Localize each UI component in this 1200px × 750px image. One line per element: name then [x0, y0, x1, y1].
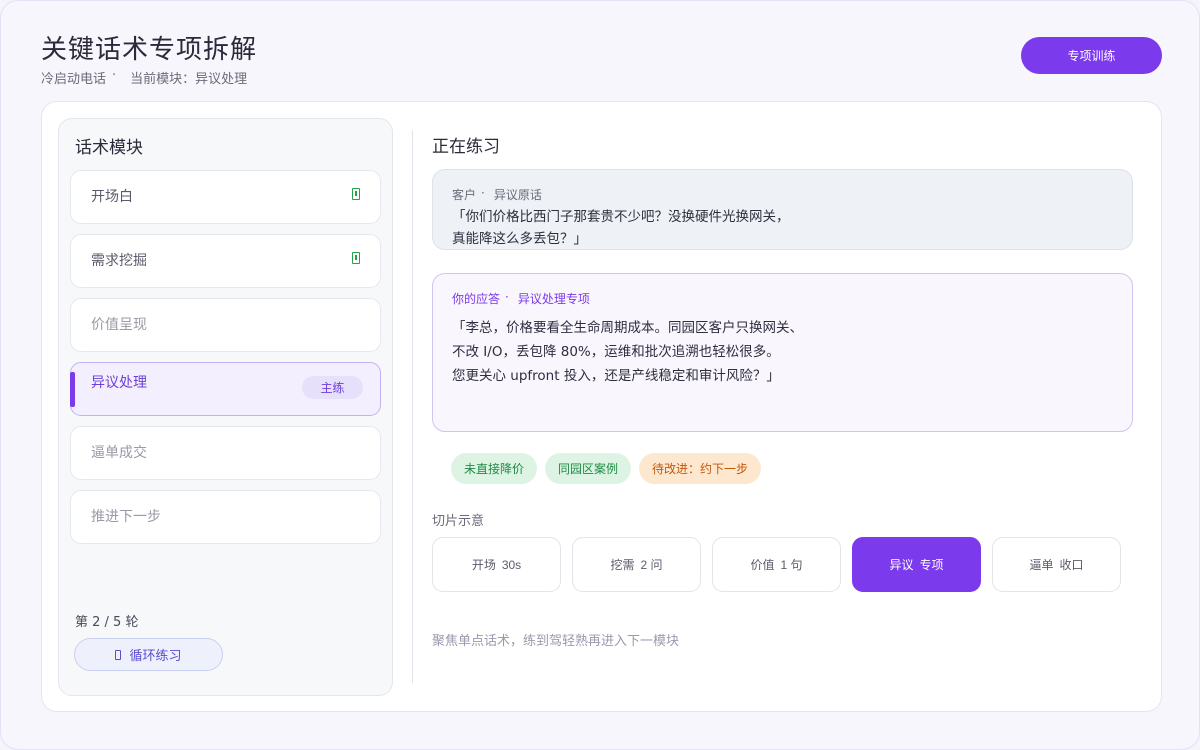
footer-hint: 聚焦单点话术，练到驾轻熟再进入下一模块	[432, 634, 680, 649]
slice-detail: 收口	[1059, 558, 1084, 572]
sidebar-item-objection[interactable]: 异议处理 主练	[70, 362, 381, 416]
answer-text: 「李总，价格要看全生命周期成本。同园区客户只换网关、 不改 I/O，丢包降 80…	[452, 316, 803, 388]
slice-opening[interactable]: 开场 30s	[432, 537, 561, 592]
practice-title: 正在练习	[432, 137, 500, 157]
main-card: 话术模块 开场白 需求挖掘 价值呈现 异议处理 主练 逼单成交 推进下一步 第 …	[41, 101, 1162, 712]
sidebar-title: 话术模块	[75, 138, 143, 158]
slice-closing[interactable]: 逼单 收口	[992, 537, 1121, 592]
slice-detail: 专项	[919, 558, 944, 572]
breadcrumb: 冷启动电话 · 当前模块：异议处理	[41, 68, 247, 87]
slice-objection[interactable]: 异议 专项	[852, 537, 981, 592]
slice-label: 价值	[750, 558, 775, 572]
app-window: 关键话术专项拆解 冷启动电话 · 当前模块：异议处理 专项训练 话术模块 开场白…	[0, 0, 1200, 750]
your-answer-box: 你的应答 · 异议处理专项 「李总，价格要看全生命周期成本。同园区客户只换网关、…	[432, 273, 1133, 432]
utterance-type-label: 异议原话	[493, 188, 542, 202]
slice-label: 异议	[889, 558, 914, 572]
slice-label: 挖需	[610, 558, 635, 572]
label-separator: ·	[481, 186, 485, 200]
phone-check-icon	[352, 188, 360, 200]
answer-label: 你的应答 · 异议处理专项	[452, 290, 590, 307]
customer-objection-box: 客户 · 异议原话 「你们价格比西门子那套贵不少吧？没换硬件光换网关， 真能降这…	[432, 169, 1133, 250]
sidebar-item-next-step[interactable]: 推进下一步	[70, 490, 381, 544]
answer-line: 您更关心 upfront 投入，还是产线稳定和审计风险？」	[452, 368, 780, 384]
active-indicator	[70, 372, 75, 407]
speaker-label: 你的应答	[452, 292, 501, 306]
slice-detail: 30s	[501, 557, 522, 572]
customer-label: 客户 · 异议原话	[452, 186, 542, 203]
sidebar-item-closing[interactable]: 逼单成交	[70, 426, 381, 480]
sidebar-item-opening[interactable]: 开场白	[70, 170, 381, 224]
slice-label: 逼单	[1029, 558, 1054, 572]
quote-line: 「你们价格比西门子那套贵不少吧？没换硬件光换网关，	[452, 209, 790, 225]
feedback-tag-improve: 待改进：约下一步	[639, 453, 761, 484]
quote-line: 真能降这么多丢包？」	[452, 231, 587, 247]
feedback-tag-no-discount: 未直接降价	[451, 453, 537, 484]
phone-icon	[115, 649, 122, 660]
slice-title: 切片示意	[432, 514, 485, 529]
phone-check-icon	[352, 252, 360, 264]
sidebar-item-label: 需求挖掘	[91, 253, 147, 269]
answer-line: 不改 I/O，丢包降 80%，运维和批次追溯也轻松很多。	[452, 344, 780, 360]
sidebar-item-discovery[interactable]: 需求挖掘	[70, 234, 381, 288]
round-counter: 第 2 / 5 轮	[75, 615, 139, 630]
sidebar-item-value[interactable]: 价值呈现	[70, 298, 381, 352]
customer-quote: 「你们价格比西门子那套贵不少吧？没换硬件光换网关， 真能降这么多丢包？」	[452, 206, 790, 250]
special-training-button[interactable]: 专项训练	[1021, 37, 1162, 74]
breadcrumb-separator: ·	[112, 68, 117, 83]
label-separator: ·	[505, 290, 509, 304]
vertical-divider	[412, 130, 413, 683]
speaker-label: 客户	[452, 188, 477, 202]
breadcrumb-item-module: 当前模块：异议处理	[130, 72, 248, 87]
sidebar-item-label: 异议处理	[91, 375, 147, 391]
slice-label: 开场	[471, 558, 496, 572]
sidebar-item-label: 开场白	[91, 189, 133, 205]
slice-detail: 2 问	[640, 558, 663, 572]
slice-value[interactable]: 价值 1 句	[712, 537, 841, 592]
breadcrumb-item-call[interactable]: 冷启动电话	[41, 68, 106, 87]
sidebar-item-label: 逼单成交	[91, 445, 147, 461]
utterance-type-label: 异议处理专项	[517, 292, 590, 306]
loop-practice-button[interactable]: 循环练习	[74, 638, 223, 671]
sidebar-item-label: 推进下一步	[91, 509, 161, 525]
feedback-tag-case: 同园区案例	[545, 453, 631, 484]
module-sidebar: 话术模块 开场白 需求挖掘 价值呈现 异议处理 主练 逼单成交 推进下一步 第 …	[58, 118, 393, 696]
slice-discovery[interactable]: 挖需 2 问	[572, 537, 701, 592]
sidebar-item-label: 价值呈现	[91, 317, 147, 333]
answer-line: 「李总，价格要看全生命周期成本。同园区客户只换网关、	[452, 320, 803, 336]
loop-practice-label: 循环练习	[129, 648, 182, 663]
page-title: 关键话术专项拆解	[41, 35, 258, 65]
slice-detail: 1 句	[780, 558, 803, 572]
main-practice-badge: 主练	[302, 376, 363, 399]
